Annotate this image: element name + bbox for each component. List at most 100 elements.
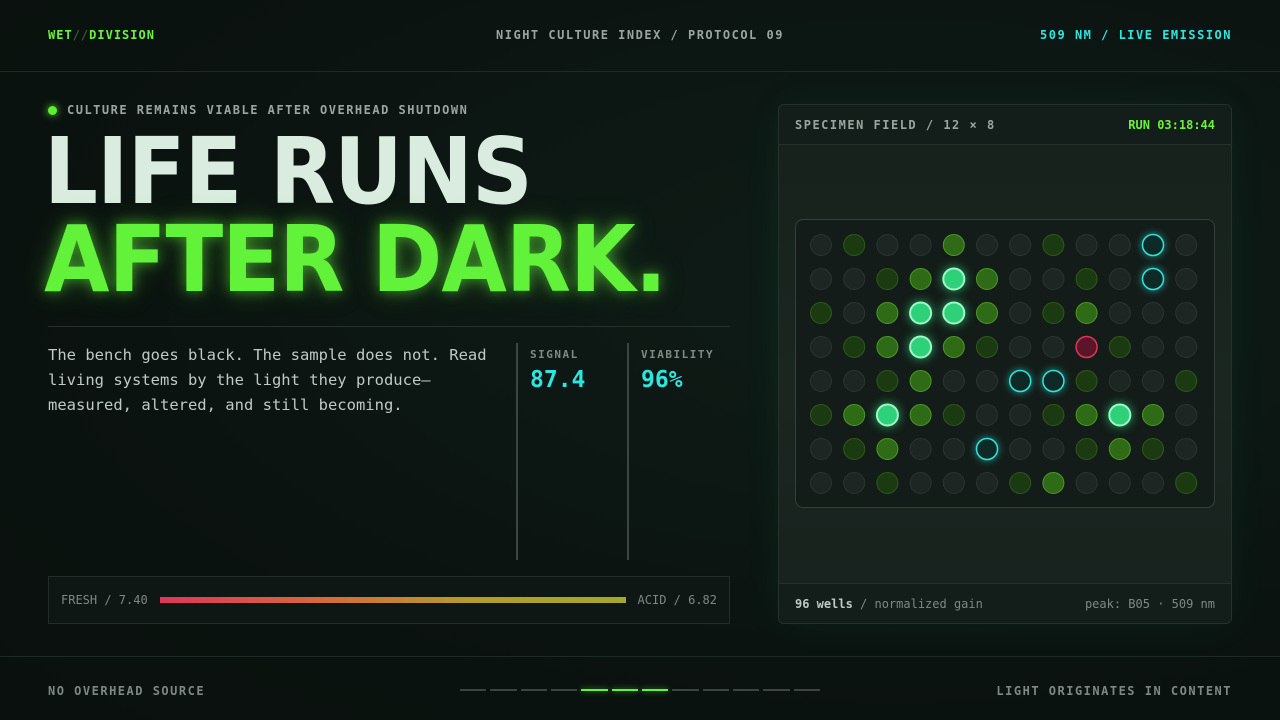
page-indicator-segment[interactable] bbox=[550, 689, 578, 691]
well[interactable] bbox=[810, 472, 832, 494]
well[interactable] bbox=[976, 404, 998, 426]
well[interactable] bbox=[1142, 404, 1164, 426]
page-indicator-segment[interactable] bbox=[490, 689, 517, 691]
well[interactable] bbox=[1175, 438, 1198, 460]
well[interactable] bbox=[1075, 472, 1098, 494]
well[interactable] bbox=[1042, 302, 1065, 324]
well[interactable] bbox=[942, 438, 965, 460]
well[interactable] bbox=[909, 301, 933, 325]
well[interactable] bbox=[843, 370, 866, 392]
well[interactable] bbox=[843, 234, 866, 256]
well[interactable] bbox=[876, 268, 899, 290]
well[interactable] bbox=[1142, 336, 1164, 358]
well[interactable] bbox=[875, 403, 899, 427]
well[interactable] bbox=[976, 234, 998, 256]
well[interactable] bbox=[909, 438, 932, 460]
well[interactable] bbox=[1142, 472, 1164, 494]
well[interactable] bbox=[1009, 336, 1032, 358]
well[interactable] bbox=[976, 336, 998, 358]
well[interactable] bbox=[942, 370, 965, 392]
well[interactable] bbox=[1175, 336, 1198, 358]
well[interactable] bbox=[1175, 302, 1198, 324]
well[interactable] bbox=[909, 234, 932, 256]
well[interactable] bbox=[810, 302, 832, 324]
well[interactable] bbox=[976, 472, 998, 494]
well[interactable] bbox=[1075, 268, 1098, 290]
well[interactable] bbox=[1175, 234, 1198, 256]
page-indicator-segment[interactable] bbox=[520, 689, 547, 691]
well[interactable] bbox=[1075, 335, 1098, 359]
well[interactable] bbox=[1042, 472, 1065, 494]
page-indicator-segment[interactable] bbox=[793, 689, 820, 691]
well[interactable] bbox=[1009, 302, 1032, 324]
well[interactable] bbox=[1108, 370, 1131, 392]
page-indicator-segment[interactable] bbox=[672, 689, 699, 691]
well[interactable] bbox=[1108, 234, 1131, 256]
well[interactable] bbox=[942, 472, 965, 494]
well[interactable] bbox=[1142, 370, 1164, 392]
well[interactable] bbox=[1009, 268, 1032, 290]
well[interactable] bbox=[843, 472, 866, 494]
well[interactable] bbox=[1075, 370, 1098, 392]
well[interactable] bbox=[1042, 404, 1065, 426]
well[interactable] bbox=[1108, 438, 1131, 460]
well[interactable] bbox=[1075, 234, 1098, 256]
well[interactable] bbox=[876, 438, 899, 460]
well[interactable] bbox=[1042, 336, 1065, 358]
well[interactable] bbox=[942, 336, 965, 358]
well[interactable] bbox=[942, 234, 965, 256]
well[interactable] bbox=[843, 438, 866, 460]
well[interactable] bbox=[942, 267, 966, 291]
page-indicator-segment[interactable] bbox=[641, 689, 669, 691]
well[interactable] bbox=[843, 336, 866, 358]
well[interactable] bbox=[843, 404, 866, 426]
well[interactable] bbox=[876, 302, 899, 324]
well[interactable] bbox=[1008, 369, 1032, 393]
well[interactable] bbox=[975, 437, 999, 461]
page-indicator-segment[interactable] bbox=[763, 689, 790, 691]
page-indicator-segment[interactable] bbox=[460, 689, 487, 691]
well[interactable] bbox=[1042, 438, 1065, 460]
well[interactable] bbox=[909, 472, 932, 494]
well[interactable] bbox=[1175, 370, 1198, 392]
well[interactable] bbox=[976, 302, 998, 324]
well[interactable] bbox=[876, 336, 899, 358]
well[interactable] bbox=[1108, 403, 1132, 427]
well[interactable] bbox=[1141, 267, 1165, 291]
well[interactable] bbox=[1009, 234, 1032, 256]
page-indicator-segment[interactable] bbox=[732, 689, 760, 691]
well[interactable] bbox=[1009, 438, 1032, 460]
well[interactable] bbox=[1108, 302, 1131, 324]
well[interactable] bbox=[1075, 404, 1098, 426]
well[interactable] bbox=[976, 370, 998, 392]
well[interactable] bbox=[1175, 268, 1198, 290]
well[interactable] bbox=[810, 438, 832, 460]
well[interactable] bbox=[843, 302, 866, 324]
well[interactable] bbox=[1141, 233, 1165, 257]
well[interactable] bbox=[942, 404, 965, 426]
well[interactable] bbox=[876, 472, 899, 494]
well[interactable] bbox=[1108, 336, 1131, 358]
well[interactable] bbox=[1009, 472, 1032, 494]
well[interactable] bbox=[1075, 302, 1098, 324]
well[interactable] bbox=[810, 404, 832, 426]
well[interactable] bbox=[810, 234, 832, 256]
well[interactable] bbox=[876, 370, 899, 392]
well[interactable] bbox=[1042, 369, 1065, 393]
well[interactable] bbox=[843, 268, 866, 290]
well[interactable] bbox=[876, 234, 899, 256]
page-indicator-segment[interactable] bbox=[702, 689, 729, 691]
page-indicator-segment[interactable] bbox=[611, 689, 638, 691]
well[interactable] bbox=[810, 370, 832, 392]
well[interactable] bbox=[1042, 234, 1065, 256]
well[interactable] bbox=[976, 268, 998, 290]
well[interactable] bbox=[909, 335, 933, 359]
well[interactable] bbox=[1009, 404, 1032, 426]
well[interactable] bbox=[810, 336, 832, 358]
well[interactable] bbox=[1175, 472, 1198, 494]
well[interactable] bbox=[1075, 438, 1098, 460]
well[interactable] bbox=[1142, 438, 1164, 460]
well[interactable] bbox=[810, 268, 832, 290]
well[interactable] bbox=[1108, 472, 1131, 494]
well[interactable] bbox=[1175, 404, 1198, 426]
